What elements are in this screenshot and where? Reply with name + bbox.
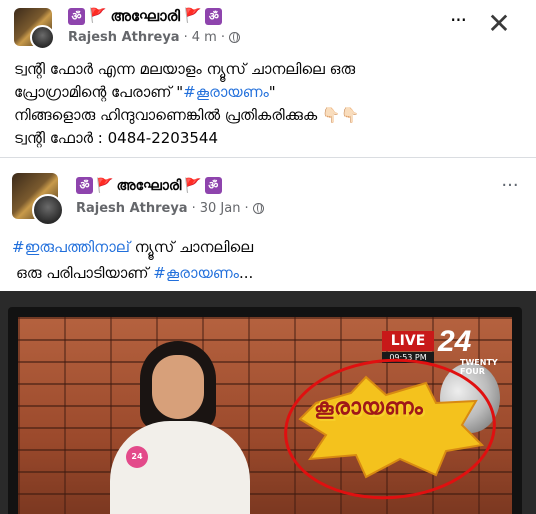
hashtag-link[interactable]: #കൂരായണം: [153, 264, 239, 282]
post-text-line: ഒരു പരിപാടിയാണ് #കൂരായണം...: [12, 260, 522, 286]
post-text: ന്യൂസ് ചാനലിലെ: [129, 238, 254, 256]
post-text-line: #ഇരുപത്തിനാല് ന്യൂസ് ചാനലിലെ: [12, 234, 522, 260]
flag-icon: 🚩: [96, 177, 114, 194]
post-time[interactable]: 30 Jan: [200, 201, 241, 216]
presenter: [110, 421, 250, 514]
post-text: പ്രോഗ്രാമിന്റെ പേരാണ് ": [14, 83, 184, 101]
shared-group-avatar[interactable]: [12, 173, 64, 226]
separator-dot: ·: [183, 30, 188, 45]
post-text-line: ട്വന്റി ഫോർ എന്ന മലയാളം ന്യൂസ് ചാനലിലെ ഒ…: [14, 60, 356, 78]
post-text: ഒരു പരിപാടിയാണ്: [16, 264, 154, 282]
om-icon: ॐ: [205, 7, 223, 25]
author-avatar[interactable]: [32, 194, 64, 226]
flag-icon: 🚩: [89, 8, 107, 24]
flag-icon: 🚩: [184, 177, 202, 194]
post-body: ട്വന്റി ഫോർ എന്ന മലയാളം ന്യൂസ് ചാനലിലെ ഒ…: [14, 58, 524, 150]
presenter-face: [152, 355, 204, 419]
more-options-icon[interactable]: ···: [444, 10, 472, 36]
om-icon: ॐ: [76, 177, 93, 194]
post-text: ...: [238, 264, 254, 282]
hashtag-link[interactable]: #കൂരായണം: [183, 83, 269, 101]
group-name: അഘോരി: [116, 177, 182, 194]
group-name-link[interactable]: ॐ 🚩 അഘോരി 🚩 ॐ: [68, 6, 223, 26]
mic-logo: 24: [126, 446, 148, 468]
om-icon: ॐ: [204, 177, 222, 194]
post-text: ": [268, 83, 276, 101]
author-avatar[interactable]: [30, 25, 55, 50]
om-icon: ॐ: [68, 7, 85, 25]
author-name[interactable]: Rajesh Athreya: [76, 201, 188, 216]
more-options-icon[interactable]: ···: [496, 177, 524, 200]
separator-dot: ·: [191, 201, 196, 216]
shared-post-card[interactable]: ॐ 🚩 അഘോരി 🚩 ॐ Rajesh Athreya · 30 Jan · …: [0, 157, 536, 514]
post-time[interactable]: 4 m: [192, 30, 217, 45]
shared-group-name-link[interactable]: ॐ 🚩 അഘോരി 🚩 ॐ: [76, 177, 222, 194]
post-text-line: ട്വന്റി ഫോർ : 0484-2203544: [14, 129, 219, 147]
post-meta: Rajesh Athreya · 4 m ·: [68, 30, 240, 45]
channel-number: 24: [438, 325, 472, 358]
close-icon[interactable]: ✕: [484, 10, 514, 40]
post-text-line: പ്രോഗ്രാമിന്റെ പേരാണ് "#കൂരായണം": [14, 81, 524, 104]
separator-dot: ·: [220, 30, 225, 45]
post: ॐ 🚩 അഘോരി 🚩 ॐ Rajesh Athreya · 4 m · ···…: [0, 0, 536, 514]
post-text-line: നിങ്ങളൊരു ഹിന്ദുവാണെങ്കിൽ പ്രതികരിക്കുക …: [14, 106, 360, 124]
hashtag-link[interactable]: #ഇരുപത്തിനാല്: [12, 238, 130, 256]
live-badge: LIVE: [382, 331, 434, 351]
separator-dot: ·: [244, 201, 249, 216]
author-name[interactable]: Rajesh Athreya: [68, 30, 180, 45]
post-photo[interactable]: 24 LIVE 09:53 PM 24 TWENTY FOUR കൂരായണം: [0, 291, 536, 514]
flag-icon: 🚩: [184, 8, 202, 24]
group-name: അഘോരി: [110, 7, 180, 25]
shared-post-meta: Rajesh Athreya · 30 Jan ·: [76, 201, 264, 216]
globe-icon: [228, 32, 240, 43]
shared-post-body: #ഇരുപത്തിനാല് ന്യൂസ് ചാനലിലെ ഒരു പരിപാടി…: [12, 234, 522, 286]
group-avatar[interactable]: [14, 8, 56, 50]
globe-icon: [252, 203, 264, 214]
